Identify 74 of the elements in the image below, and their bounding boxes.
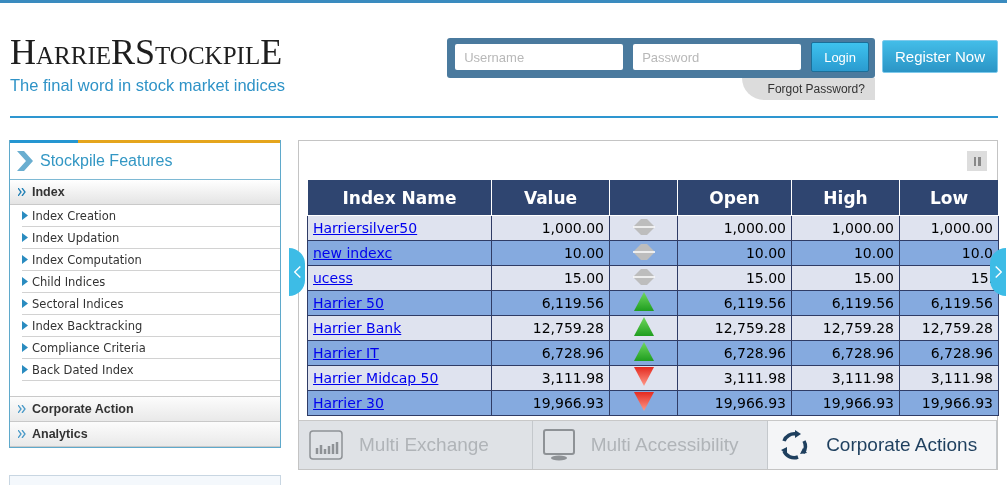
value-cell: 12,759.28: [532, 320, 604, 336]
low-cell: 1,000.00: [930, 220, 993, 236]
chevron-right-icon: [994, 265, 1002, 279]
triangle-bullet-icon: [22, 321, 28, 330]
section-header[interactable]: Analytics: [10, 422, 280, 447]
sidebar-link[interactable]: Compliance Criteria: [32, 340, 146, 355]
high-cell: 10.00: [853, 245, 894, 261]
open-cell: 15.00: [745, 270, 786, 286]
panel-title: Stockpile Features: [40, 152, 173, 170]
next-button[interactable]: [990, 248, 1006, 296]
open-cell: 6,728.96: [723, 345, 786, 361]
high-cell: 6,728.96: [831, 345, 894, 361]
high-cell: 3,111.98: [831, 370, 894, 386]
open-cell: 10.00: [745, 245, 786, 261]
chevron-left-icon: [293, 265, 301, 279]
value-cell: 15.00: [563, 270, 604, 286]
chevron-icon: [16, 150, 34, 172]
feature-tab[interactable]: Corporate Actions: [768, 421, 997, 469]
open-cell: 3,111.98: [723, 370, 786, 386]
triangle-bullet-icon: [22, 277, 28, 286]
tagline: The final word in stock market indices: [10, 76, 286, 95]
pause-button[interactable]: [967, 151, 987, 171]
value-cell: 19,966.93: [532, 395, 604, 411]
open-cell: 19,966.93: [714, 395, 786, 411]
open-cell: 12,759.28: [714, 320, 786, 336]
column-header: Index Name: [307, 180, 492, 216]
username-field[interactable]: Username: [455, 44, 624, 70]
double-chevron-icon: [18, 188, 26, 196]
high-cell: 15.00: [853, 270, 894, 286]
sidebar-link[interactable]: Index Creation: [32, 208, 116, 223]
triangle-bullet-icon: [22, 255, 28, 264]
triangle-bullet-icon: [22, 343, 28, 352]
sidebar-link[interactable]: Child Indices: [32, 274, 106, 289]
open-cell: 6,119.56: [723, 295, 786, 311]
column-header: Open: [677, 180, 792, 216]
section-header[interactable]: Index: [10, 180, 280, 205]
triangle-bullet-icon: [22, 299, 28, 308]
triangle-bullet-icon: [22, 211, 28, 220]
column-header: High: [791, 180, 900, 216]
open-cell: 1,000.00: [723, 220, 786, 236]
value-cell: 1,000.00: [541, 220, 604, 236]
value-cell: 6,119.56: [541, 295, 604, 311]
high-cell: 19,966.93: [822, 395, 894, 411]
sidebar-link[interactable]: Index Backtracking: [32, 318, 143, 333]
index-link[interactable]: ucess: [313, 270, 353, 286]
sidebar-link[interactable]: Back Dated Index: [32, 362, 134, 377]
high-cell: 12,759.28: [822, 320, 894, 336]
high-cell: 6,119.56: [831, 295, 894, 311]
double-chevron-icon: [18, 405, 26, 413]
column-header: Value: [491, 180, 610, 216]
forgot-password-link[interactable]: Forgot Password?: [741, 78, 875, 100]
password-field[interactable]: Password: [633, 44, 802, 70]
previous-button[interactable]: [289, 248, 305, 296]
monitor-icon: [542, 429, 575, 461]
value-cell: 10.00: [563, 245, 604, 261]
section-header[interactable]: Corporate Action: [10, 396, 280, 422]
value-cell: 6,728.96: [541, 345, 604, 361]
column-header: Low: [899, 180, 999, 216]
value-cell: 3,111.98: [541, 370, 604, 386]
low-cell: 6,119.56: [930, 295, 993, 311]
double-chevron-icon: [18, 430, 26, 438]
sidebar-link[interactable]: Index Updation: [32, 230, 120, 245]
triangle-bullet-icon: [22, 365, 28, 374]
bar-chart-icon: [309, 430, 343, 460]
triangle-bullet-icon: [22, 233, 28, 242]
low-cell: 19,966.93: [921, 395, 993, 411]
low-cell: 12,759.28: [921, 320, 993, 336]
low-cell: 3,111.98: [930, 370, 993, 386]
logo-text: HARRIERSTOCKPILE: [10, 35, 284, 74]
low-cell: 6,728.96: [930, 345, 993, 361]
low-cell: 10.0: [961, 245, 993, 261]
sidebar-link[interactable]: Sectoral Indices: [32, 296, 124, 311]
sidebar-link[interactable]: Index Computation: [32, 252, 142, 267]
high-cell: 1,000.00: [831, 220, 894, 236]
